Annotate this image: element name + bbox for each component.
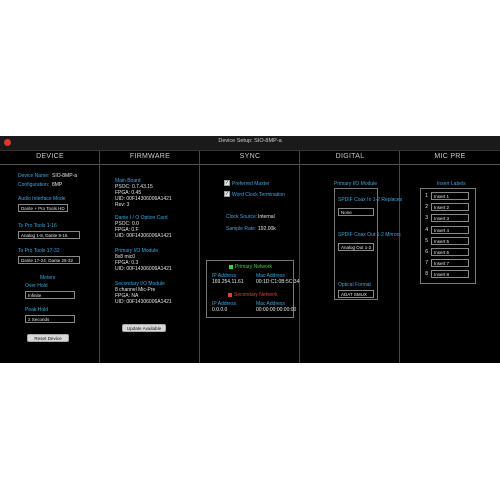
insert-number: 8 xyxy=(425,271,428,278)
insert-label-field[interactable]: Insert 5 xyxy=(431,236,469,245)
column-divider xyxy=(399,151,400,363)
header-device: DEVICE xyxy=(36,153,64,160)
primary-ip-value: 169.254.11.61 xyxy=(212,279,244,285)
insert-labels-title: Insert Labels xyxy=(437,181,466,187)
insert-number: 5 xyxy=(425,237,428,244)
audio-interface-mode-label: Audio Interface Mode xyxy=(18,196,66,202)
green-square-icon xyxy=(229,264,233,269)
device-name-value: SIO-8MP-a xyxy=(52,173,78,179)
primary-module-line: UID: 00F14306006A1421 xyxy=(115,266,172,272)
insert-number: 1 xyxy=(425,193,428,199)
secondary-network-title-text: Secondary Network xyxy=(234,292,278,298)
primary-network-title-text: Primary Network xyxy=(235,264,272,270)
header-digital: DIGITAL xyxy=(335,153,365,160)
column-divider xyxy=(99,151,100,363)
main-board-line: Rev: 3 xyxy=(115,202,130,208)
to-pro-tools-17-32-label: To Pro Tools 17-32 xyxy=(18,248,60,254)
to-pro-tools-17-32-select[interactable]: Dante 17-24, Dante 25-32 xyxy=(18,256,80,264)
insert-number: 2 xyxy=(425,204,428,211)
window-title: Device Setup: SIO-8MP-a xyxy=(218,138,282,144)
insert-label-field[interactable]: Insert 7 xyxy=(431,259,469,268)
update-available-button[interactable]: Update Available xyxy=(122,324,166,332)
sample-rate-label: Sample Rate: xyxy=(226,226,257,232)
peak-hold-select[interactable]: 2 Seconds xyxy=(25,315,75,323)
digital-module-title: Primary I/O Module xyxy=(334,181,378,187)
insert-label-field[interactable]: Insert 6 xyxy=(431,248,469,256)
configuration-value: 8MP xyxy=(52,182,63,188)
word-clock-termination-label: Word Clock Termination xyxy=(232,192,285,198)
insert-label-field[interactable]: Insert 1 xyxy=(431,192,469,200)
secondary-ip-value: 0.0.0.0 xyxy=(212,307,228,313)
to-pro-tools-1-16-label: To Pro Tools 1-16 xyxy=(18,223,57,229)
secondary-module-line: UID: 00F14306006A1421 xyxy=(115,299,172,305)
header-sync: SYNC xyxy=(239,153,261,160)
clock-source-value: Internal xyxy=(258,214,275,220)
primary-network-title: Primary Network xyxy=(229,264,272,270)
spdif-out-label: SPDIF Coax Out 1-2 Mirrors xyxy=(338,232,401,238)
meters-label: Meters xyxy=(40,275,56,281)
to-pro-tools-1-16-select[interactable]: Analog 1-8, Dante 9-16 xyxy=(18,231,80,239)
over-hold-label: Over Hold xyxy=(25,283,48,289)
insert-label-field[interactable]: Insert 3 xyxy=(431,214,469,223)
preferred-master-label: Preferred Master xyxy=(232,181,270,187)
secondary-network-title: Secondary Network xyxy=(228,292,278,298)
insert-label-field[interactable]: Insert 2 xyxy=(431,203,469,212)
clock-source-label: Clock Source: xyxy=(226,214,258,220)
spdif-in-select[interactable]: None xyxy=(338,208,374,216)
dante-card-line: UID: 00F14306006A1421 xyxy=(115,233,172,239)
insert-label-field[interactable]: Insert 4 xyxy=(431,225,469,234)
preferred-master-checkbox[interactable]: ✓ xyxy=(224,180,230,186)
word-clock-termination-checkbox[interactable]: ✓ xyxy=(224,191,230,197)
insert-number: 7 xyxy=(425,260,428,267)
over-hold-select[interactable]: Infinite xyxy=(25,291,75,299)
device-name-label: Device Name: xyxy=(18,173,50,179)
title-bar: Device Setup: SIO-8MP-a xyxy=(0,136,500,151)
device-setup-window: Device Setup: SIO-8MP-a DEVICE FIRMWARE … xyxy=(0,136,500,363)
insert-number: 4 xyxy=(425,226,428,233)
column-divider xyxy=(199,151,200,363)
optical-format-select[interactable]: ADAT SMUX xyxy=(338,290,374,298)
column-divider xyxy=(299,151,300,363)
spdif-out-select[interactable]: Analog Out 1-2 xyxy=(338,243,374,251)
column-headers: DEVICE FIRMWARE SYNC DIGITAL MIC PRE xyxy=(0,151,500,165)
audio-interface-mode-select[interactable]: Dante + Pro Tools HD xyxy=(18,204,68,212)
optical-format-label: Optical Format xyxy=(338,282,371,288)
header-firmware: FIRMWARE xyxy=(129,153,171,160)
sample-rate-value: 192.00k xyxy=(258,226,276,232)
configuration-label: Configuration: xyxy=(18,182,50,188)
insert-number: 6 xyxy=(425,249,428,255)
reset-device-button[interactable]: Reset Device xyxy=(27,334,69,342)
spdif-in-label: SPDIF Coax In 1-2 Replaces xyxy=(338,197,403,203)
primary-mac-value: 00:1D:C1:0B:5C:34 xyxy=(256,279,300,285)
peak-hold-label: Peak Hold xyxy=(25,307,49,313)
red-square-icon xyxy=(228,292,232,297)
header-mic-pre: MIC PRE xyxy=(434,153,466,160)
insert-number: 3 xyxy=(425,215,428,222)
secondary-mac-value: 00:00:00:00:00:00 xyxy=(256,307,297,313)
insert-label-field[interactable]: Insert 8 xyxy=(431,270,469,279)
